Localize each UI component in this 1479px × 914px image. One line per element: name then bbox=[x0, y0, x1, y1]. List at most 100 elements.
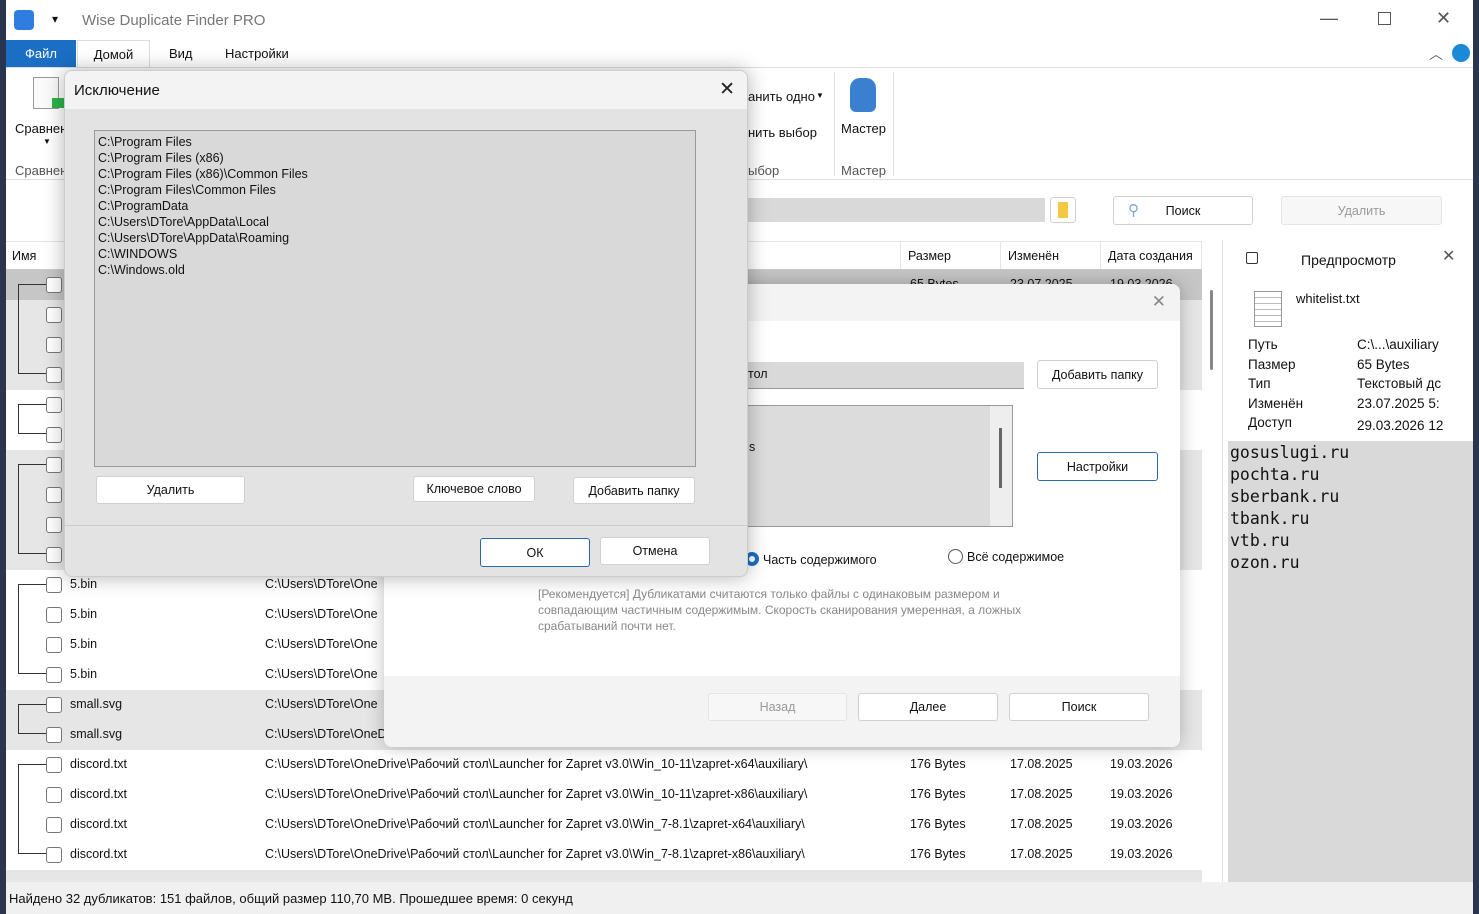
column-size[interactable]: Размер bbox=[900, 242, 1000, 269]
radio-full-content[interactable] bbox=[948, 549, 963, 564]
row-checkbox[interactable] bbox=[46, 607, 62, 623]
file-name: small.svg bbox=[70, 727, 123, 741]
row-checkbox[interactable] bbox=[46, 307, 62, 323]
search-button[interactable]: ⚲ Поиск bbox=[1113, 196, 1253, 225]
close-exclusion-button[interactable]: ✕ bbox=[719, 78, 735, 101]
row-checkbox[interactable] bbox=[46, 547, 62, 563]
table-row[interactable]: discord.txt C:\Users\DTore\OneDrive\Рабоч… bbox=[6, 780, 1202, 810]
delete-button[interactable]: Удалить bbox=[1281, 196, 1442, 225]
preview-content: gosuslugi.ru pochta.ru sberbank.ru tbank.ru… bbox=[1228, 441, 1473, 882]
file-size: 176 Bytes bbox=[910, 757, 966, 771]
row-checkbox[interactable] bbox=[46, 427, 62, 443]
exclusion-item[interactable]: C:\ProgramData bbox=[98, 198, 692, 214]
folder-list-scrollbar[interactable] bbox=[990, 406, 1012, 526]
folder-icon bbox=[1058, 202, 1068, 218]
minimize-button[interactable]: — bbox=[1320, 8, 1338, 29]
tab-file[interactable]: Файл bbox=[6, 40, 76, 67]
collapse-ribbon-icon[interactable]: ︿ bbox=[1429, 44, 1443, 64]
preview-line: vtb.ru bbox=[1230, 531, 1290, 550]
row-checkbox[interactable] bbox=[46, 847, 62, 863]
row-checkbox[interactable] bbox=[46, 577, 62, 593]
scan-folder-input[interactable]: тол bbox=[740, 362, 1024, 389]
status-text: Найдено 32 дубликатов: 151 файлов, общий… bbox=[9, 891, 573, 906]
file-size: 176 Bytes bbox=[910, 817, 966, 831]
exclusion-item[interactable]: C:\Program Files (x86) bbox=[98, 150, 692, 166]
scan-folder-list[interactable]: s bbox=[740, 405, 1013, 527]
row-checkbox[interactable] bbox=[46, 637, 62, 653]
preview-prop-label: Изменён bbox=[1248, 395, 1304, 411]
row-checkbox[interactable] bbox=[46, 457, 62, 473]
exclusion-title: Исключение bbox=[74, 82, 160, 99]
close-preview-button[interactable]: ✕ bbox=[1442, 246, 1455, 266]
selection-group-label: ыбор bbox=[748, 163, 780, 178]
row-checkbox[interactable] bbox=[46, 817, 62, 833]
back-button[interactable]: Назад bbox=[708, 693, 847, 721]
file-modified: 17.08.2025 bbox=[1010, 847, 1073, 861]
list-scrollbar-thumb[interactable] bbox=[1210, 290, 1213, 370]
table-row[interactable]: discord.txt C:\Users\DTore\OneDrive\Рабоч… bbox=[6, 750, 1202, 780]
row-checkbox[interactable] bbox=[46, 337, 62, 353]
compare-button[interactable]: Сравнен bbox=[15, 121, 67, 136]
maximize-button[interactable] bbox=[1378, 12, 1391, 25]
keyword-button[interactable]: Ключевое слово bbox=[413, 476, 535, 502]
quick-access-dropdown[interactable]: ▾ bbox=[52, 12, 58, 26]
file-name: 5.bin bbox=[70, 577, 98, 591]
table-row[interactable]: discord.txt C:\Users\DTore\OneDrive\Рабоч… bbox=[6, 810, 1202, 840]
clear-selection-button[interactable]: нить выбор bbox=[748, 125, 817, 140]
tab-settings[interactable]: Настройки bbox=[225, 46, 289, 61]
column-name[interactable]: Имя bbox=[12, 249, 36, 263]
compare-dropdown-icon[interactable]: ▼ bbox=[43, 137, 51, 146]
file-path: C:\Users\DTore\OneDrive\Рабочий стол\Lau… bbox=[265, 847, 805, 861]
row-checkbox[interactable] bbox=[46, 697, 62, 713]
exclusion-delete-button[interactable]: Удалить bbox=[96, 476, 245, 504]
exclusion-item[interactable]: C:\Program Files\Common Files bbox=[98, 182, 692, 198]
row-checkbox[interactable] bbox=[46, 397, 62, 413]
exclusion-item[interactable]: C:\Windows.old bbox=[98, 262, 692, 278]
exclusion-item[interactable]: C:\Users\DTore\AppData\Local bbox=[98, 214, 692, 230]
row-checkbox[interactable] bbox=[46, 757, 62, 773]
row-checkbox[interactable] bbox=[46, 367, 62, 383]
exclusion-add-folder-button[interactable]: Добавить папку bbox=[573, 477, 695, 504]
file-size: 176 Bytes bbox=[910, 847, 966, 861]
wizard-button[interactable]: Мастер bbox=[841, 121, 886, 136]
radio-partial-label[interactable]: Часть содержимого bbox=[763, 553, 877, 567]
table-row[interactable]: discord.txt C:\Users\DTore\OneDrive\Рабоч… bbox=[6, 840, 1202, 870]
tab-home[interactable]: Домой bbox=[77, 40, 150, 68]
row-checkbox[interactable] bbox=[46, 667, 62, 683]
wizard-add-folder-button[interactable]: Добавить папку bbox=[1037, 360, 1158, 389]
exclusion-item[interactable]: C:\Program Files (x86)\Common Files bbox=[98, 166, 692, 182]
ok-button[interactable]: ОК bbox=[480, 538, 590, 567]
wizard-settings-button[interactable]: Настройки bbox=[1037, 452, 1158, 481]
preview-prop-label: Тип bbox=[1248, 376, 1271, 391]
exclusion-item[interactable]: C:\WINDOWS bbox=[98, 246, 692, 262]
row-checkbox[interactable] bbox=[46, 487, 62, 503]
exclusion-item[interactable]: C:\Users\DTore\AppData\Roaming bbox=[98, 230, 692, 246]
cancel-button[interactable]: Отмена bbox=[600, 537, 710, 565]
detach-preview-icon[interactable] bbox=[1246, 252, 1258, 264]
row-checkbox[interactable] bbox=[46, 787, 62, 803]
wizard-search-button[interactable]: Поиск bbox=[1009, 693, 1149, 721]
exclusion-list[interactable]: C:\Program Files C:\Program Files (x86) C:… bbox=[94, 130, 696, 467]
file-path: C:\Users\DTore\One bbox=[265, 697, 378, 711]
user-icon[interactable] bbox=[1452, 44, 1470, 62]
tab-view[interactable]: Вид bbox=[169, 46, 193, 61]
file-name: discord.txt bbox=[70, 757, 127, 771]
tree-line bbox=[18, 404, 46, 434]
file-path: C:\Users\DTore\OneDrive\Рабочий стол\Lau… bbox=[265, 787, 808, 801]
row-checkbox[interactable] bbox=[46, 277, 62, 293]
keep-one-dropdown-icon[interactable]: ▼ bbox=[816, 91, 824, 100]
column-modified[interactable]: Изменён bbox=[1000, 242, 1100, 269]
column-created[interactable]: Дата создания bbox=[1100, 242, 1202, 269]
preview-line: tbank.ru bbox=[1230, 509, 1310, 528]
close-window-button[interactable]: ✕ bbox=[1436, 8, 1451, 29]
row-checkbox[interactable] bbox=[46, 517, 62, 533]
row-checkbox[interactable] bbox=[46, 727, 62, 743]
file-name: 5.bin bbox=[70, 637, 98, 651]
keep-one-button[interactable]: анить одно bbox=[748, 89, 815, 104]
radio-full-label[interactable]: Всё содержимое bbox=[967, 550, 1064, 564]
next-button[interactable]: Далее bbox=[858, 693, 998, 721]
browse-folder-button[interactable] bbox=[1050, 197, 1076, 223]
exclusion-item[interactable]: C:\Program Files bbox=[98, 134, 692, 150]
file-modified: 17.08.2025 bbox=[1010, 787, 1073, 801]
close-wizard-button[interactable]: ✕ bbox=[1152, 292, 1166, 312]
